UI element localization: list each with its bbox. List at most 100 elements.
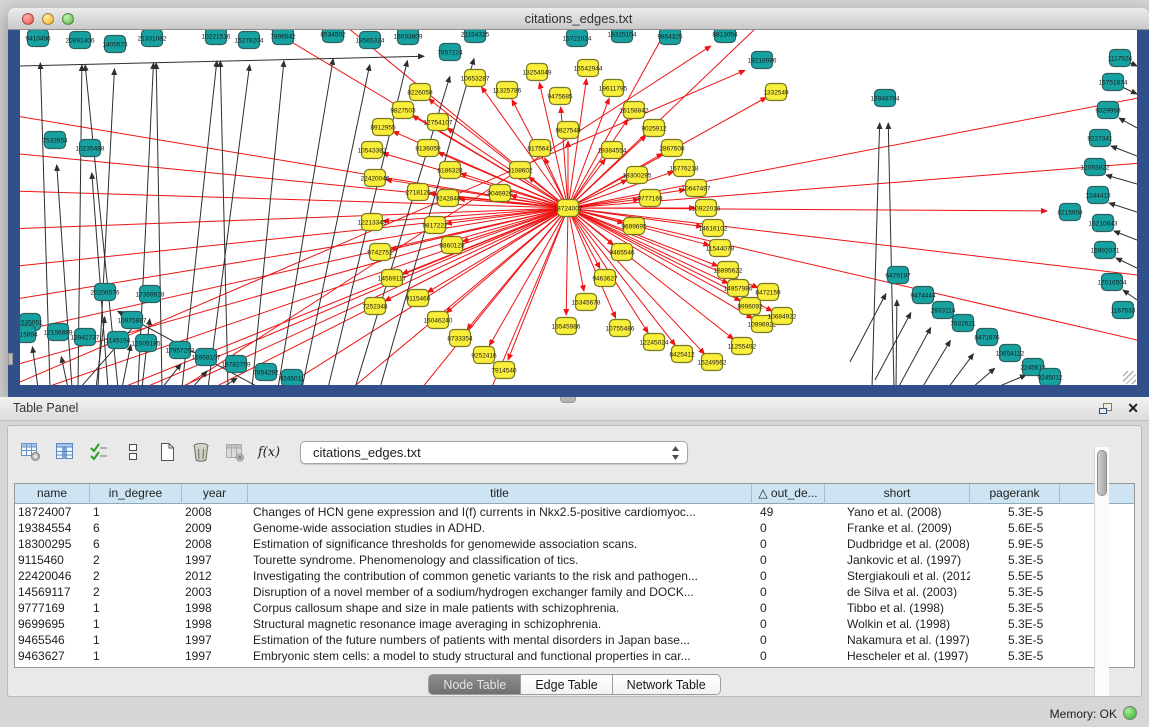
table-row[interactable]: 946554611997Estimation of the future num…: [15, 632, 1134, 648]
graph-node[interactable]: 11325786: [493, 82, 522, 99]
graph-node[interactable]: 3915894: [20, 326, 38, 343]
graph-node[interactable]: 7632621: [950, 315, 976, 332]
graph-node[interactable]: 12505185: [132, 335, 161, 352]
graph-node[interactable]: 9136059: [415, 140, 441, 157]
graph-node[interactable]: 9474444: [910, 287, 936, 304]
graph-node[interactable]: 8472159: [755, 284, 781, 301]
graph-node[interactable]: 9410496: [25, 30, 51, 47]
graph-node[interactable]: 16210643: [1089, 215, 1118, 232]
graph-node[interactable]: 16158842: [620, 102, 649, 119]
graph-node[interactable]: 10221516: [202, 30, 231, 45]
graph-node[interactable]: 9227341: [1087, 130, 1113, 147]
graph-node[interactable]: 1405573: [102, 36, 128, 53]
graph-node[interactable]: 10543382: [358, 142, 387, 159]
table-mode-button[interactable]: [18, 439, 44, 465]
graph-node[interactable]: 8733354: [447, 330, 473, 347]
graph-node[interactable]: 1167533: [1111, 302, 1136, 319]
column-header-out_degree[interactable]: △ out_de...: [752, 484, 825, 504]
table-row[interactable]: 1456911722003Disruption of a novel membe…: [15, 584, 1134, 600]
graph-node[interactable]: 15278204: [235, 32, 264, 49]
new-table-button[interactable]: [154, 439, 180, 465]
graph-node[interactable]: 14957986: [724, 280, 753, 297]
column-header-name[interactable]: name: [15, 484, 90, 504]
graph-node[interactable]: 9245012: [1037, 369, 1063, 386]
graph-node[interactable]: 11255492: [728, 338, 757, 355]
column-header-short[interactable]: short: [825, 484, 970, 504]
column-header-year[interactable]: year: [182, 484, 248, 504]
graph-node[interactable]: 14569117: [378, 270, 407, 287]
graph-node[interactable]: 20206576: [91, 284, 120, 301]
graph-node[interactable]: 1117524: [1108, 50, 1133, 67]
graph-node[interactable]: 2933114: [931, 302, 956, 319]
panel-divider-handle[interactable]: [560, 397, 576, 403]
graph-node[interactable]: 9742752: [367, 244, 393, 261]
window-titlebar[interactable]: citations_edges.txt: [8, 8, 1149, 30]
column-header-pagerank[interactable]: pagerank: [970, 484, 1060, 504]
graph-node[interactable]: 9245011: [280, 370, 305, 386]
graph-node[interactable]: 3108602: [507, 162, 533, 179]
graph-node[interactable]: 8912955: [370, 119, 396, 136]
graph-node[interactable]: 16948794: [871, 90, 900, 107]
graph-node[interactable]: 7896542: [270, 30, 296, 45]
scrollbar-thumb[interactable]: [1097, 450, 1107, 496]
graph-node[interactable]: 8186328: [437, 162, 463, 179]
graph-node[interactable]: 22420046: [361, 170, 390, 187]
graph-node[interactable]: 12213343: [358, 214, 387, 231]
graph-node[interactable]: 15249562: [698, 354, 727, 371]
graph-node[interactable]: 9115460: [406, 290, 431, 307]
graph-node[interactable]: 15345678: [572, 294, 601, 311]
graph-node[interactable]: 7532654: [42, 132, 68, 149]
graph-node[interactable]: 17016504: [1098, 274, 1127, 291]
graph-node[interactable]: 18300295: [623, 167, 652, 184]
graph-node[interactable]: 17359928: [136, 286, 165, 303]
table-row[interactable]: 946362711997Embryonic stem cells: a mode…: [15, 648, 1134, 664]
graph-node[interactable]: 7857224: [437, 44, 463, 61]
graph-node[interactable]: 8534502: [320, 30, 346, 43]
graph-node[interactable]: 2867608: [659, 140, 685, 157]
show-columns-button[interactable]: [52, 439, 78, 465]
graph-node[interactable]: 18325104: [608, 30, 637, 43]
table-row[interactable]: 969969511998Structural magnetic resonanc…: [15, 616, 1134, 632]
graph-node[interactable]: 10654112: [996, 345, 1025, 362]
graph-node[interactable]: 19611795: [599, 80, 628, 97]
graph-node[interactable]: 19218986: [748, 52, 777, 69]
graph-node[interactable]: 8425412: [669, 346, 695, 363]
graph-hub-node[interactable]: 18724007: [554, 200, 583, 217]
table-scrollbar[interactable]: [1094, 447, 1109, 696]
tab-node-table[interactable]: Node Table: [428, 674, 521, 695]
graph-node[interactable]: 9046920: [487, 185, 513, 202]
graph-node[interactable]: 15542944: [574, 60, 603, 77]
collapse-handle[interactable]: [8, 353, 13, 365]
graph-node[interactable]: 19384554: [598, 142, 627, 159]
graph-node[interactable]: 9252416: [471, 347, 497, 364]
float-panel-icon[interactable]: [1098, 402, 1113, 415]
graph-node[interactable]: 9817222: [422, 217, 448, 234]
tab-edge-table[interactable]: Edge Table: [521, 674, 612, 695]
graph-node[interactable]: 10975887: [118, 312, 147, 329]
tab-network-table[interactable]: Network Table: [613, 674, 721, 695]
graph-node[interactable]: 8813054: [712, 30, 738, 43]
graph-node[interactable]: 15992071: [1091, 242, 1120, 259]
graph-node[interactable]: 20891406: [66, 32, 95, 49]
graph-node[interactable]: 9465546: [609, 244, 635, 261]
graph-node[interactable]: 11544078: [706, 240, 735, 257]
graph-node[interactable]: 10922016: [692, 200, 721, 217]
graph-node[interactable]: 10647497: [682, 180, 711, 197]
graph-node[interactable]: 21331082: [138, 30, 167, 47]
graph-node[interactable]: 16958107: [192, 349, 221, 366]
graph-node[interactable]: 17957253: [166, 342, 195, 359]
graph-node[interactable]: 9475685: [547, 88, 573, 105]
column-header-in_degree[interactable]: in_degree: [90, 484, 182, 504]
graph-node[interactable]: 9854325: [657, 30, 683, 45]
graph-node[interactable]: 13942737: [71, 329, 100, 346]
graph-node[interactable]: 12093822: [1081, 159, 1110, 176]
graph-node[interactable]: 16782759: [222, 356, 251, 373]
graph-node[interactable]: 9463627: [592, 270, 618, 287]
table-selector[interactable]: citations_edges.txt: [300, 441, 688, 464]
graph-node[interactable]: 16776218: [670, 160, 699, 177]
graph-node[interactable]: 14616102: [699, 220, 728, 237]
table-row[interactable]: 1872400712008Changes of HCN gene express…: [15, 504, 1134, 520]
graph-node[interactable]: 21154325: [461, 30, 490, 43]
graph-node[interactable]: 12754107: [424, 114, 453, 131]
graph-node[interactable]: 9025912: [641, 120, 667, 137]
